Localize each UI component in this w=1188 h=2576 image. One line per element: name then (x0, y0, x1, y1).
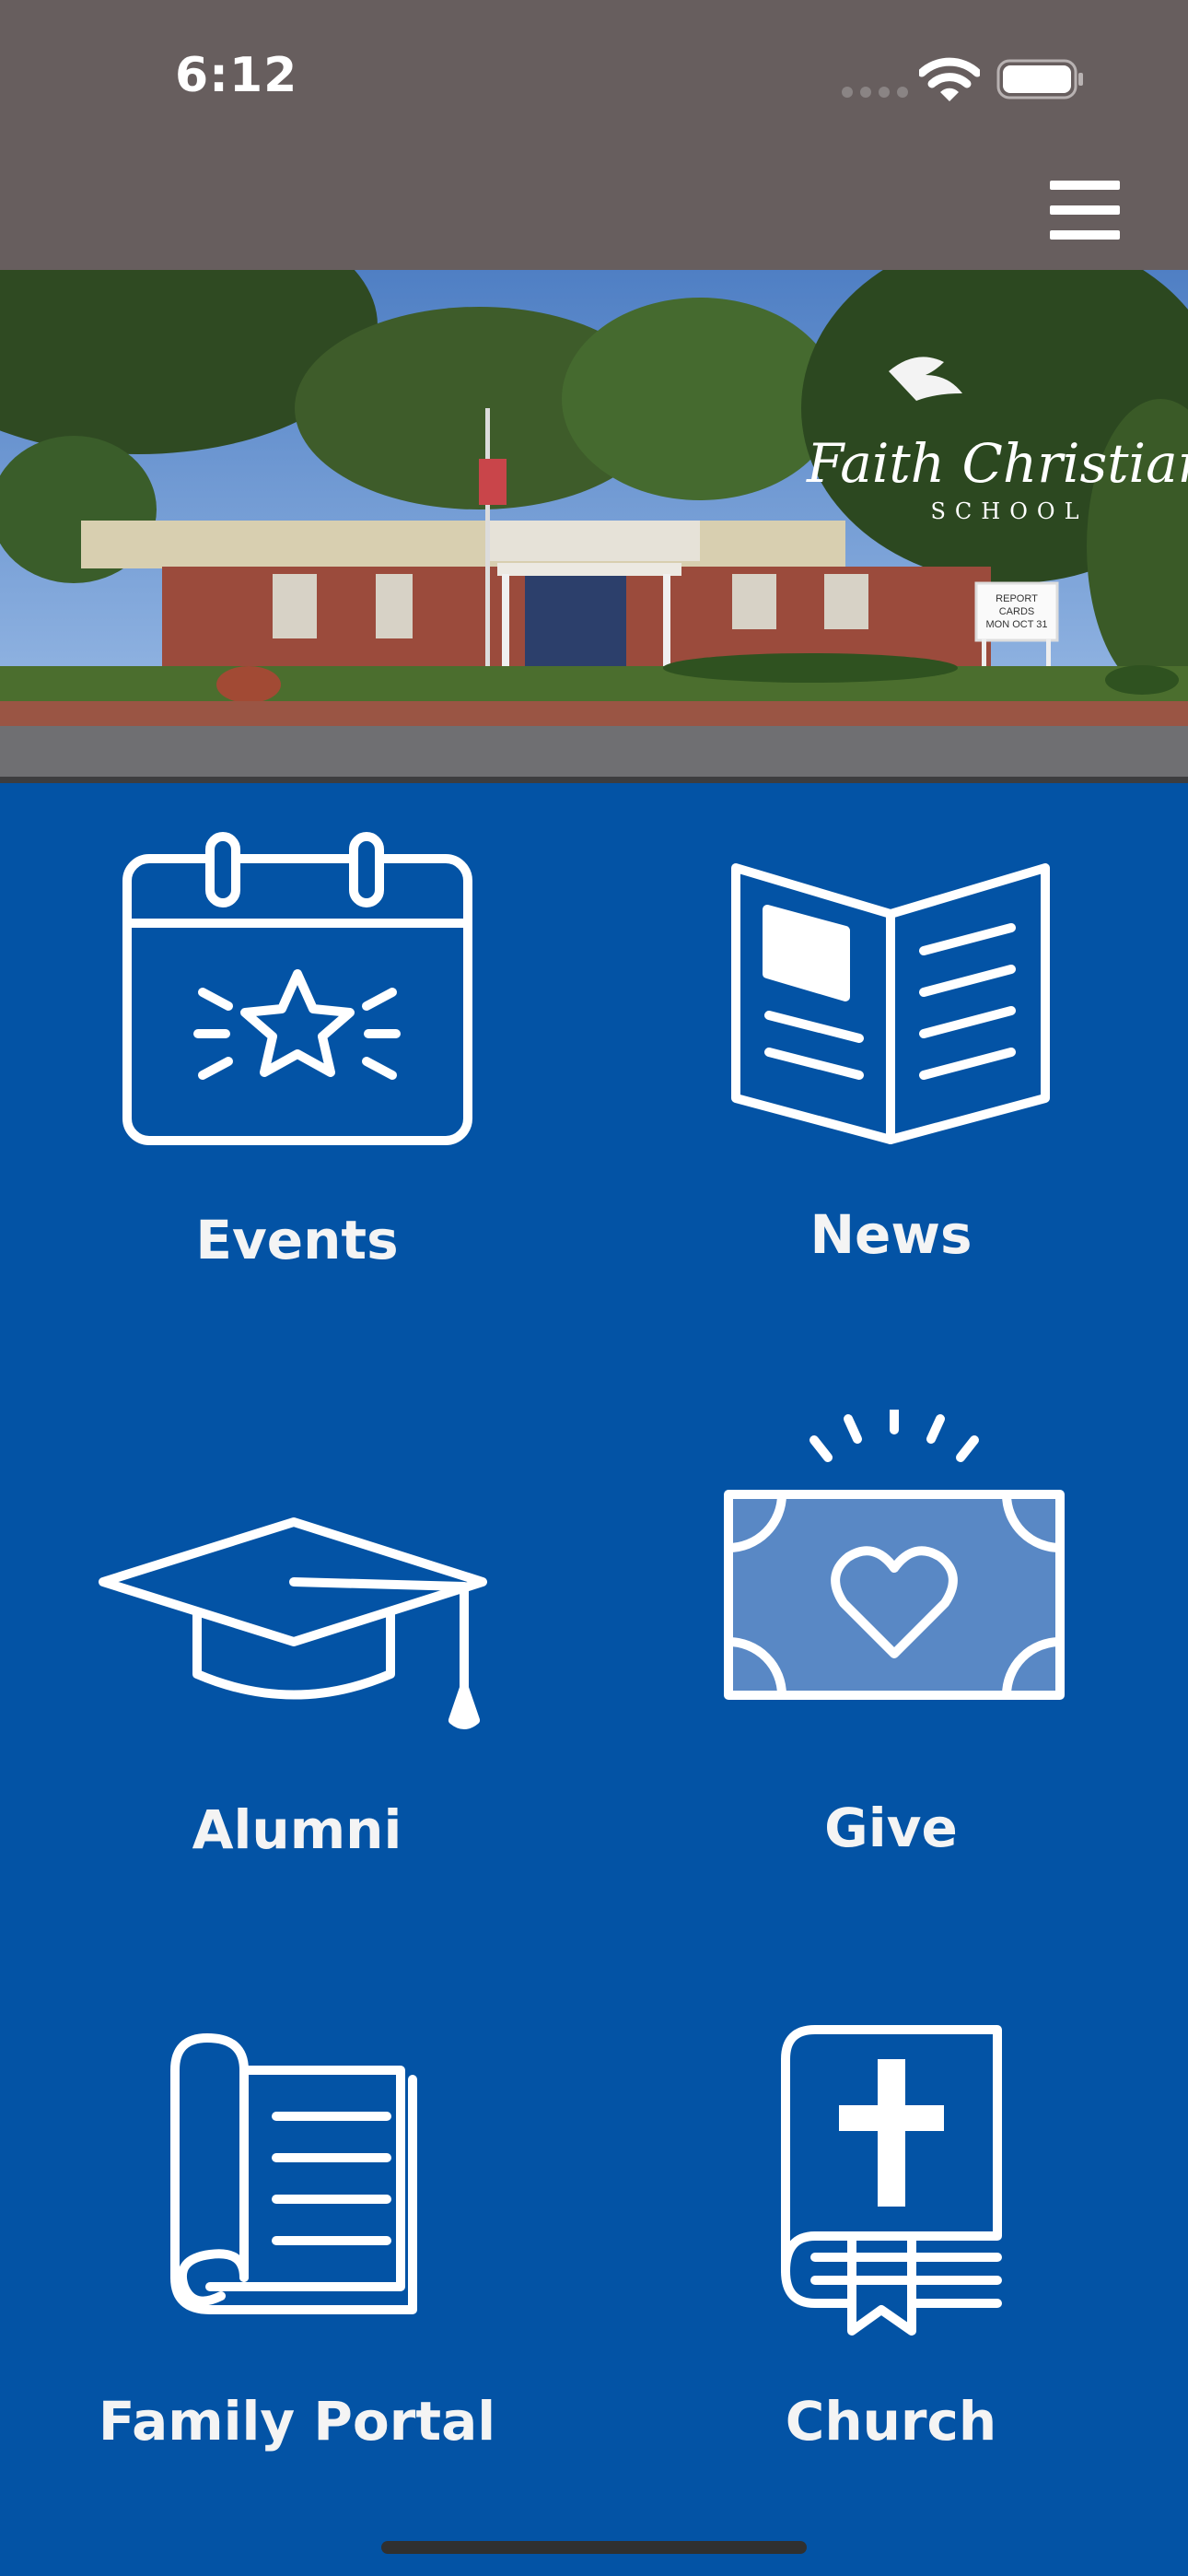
news-label: News (809, 1203, 973, 1266)
give-label: Give (824, 1797, 958, 1859)
school-logo-text: Faith Christian (806, 432, 1188, 495)
bible-cross-icon (781, 2025, 1002, 2336)
church-label: Church (785, 2390, 997, 2453)
church-tile[interactable]: Church (594, 1962, 1188, 2552)
news-tile[interactable]: News (594, 783, 1188, 1373)
status-time: 6:12 (175, 48, 298, 103)
events-tile[interactable]: Events (0, 783, 594, 1373)
alumni-tile[interactable]: Alumni (0, 1373, 594, 1962)
give-tile[interactable]: Give (594, 1373, 1188, 1962)
school-banner-image: Faith Christian SCHOOL REPORT CARDS MON … (0, 270, 1188, 783)
newspaper-icon (731, 863, 1050, 1144)
sign-text-line-2: CARDS (999, 606, 1035, 617)
home-indicator[interactable] (381, 2541, 807, 2554)
alumni-label: Alumni (192, 1798, 402, 1861)
hamburger-menu-icon[interactable] (1050, 181, 1120, 240)
wifi-icon (919, 57, 980, 101)
school-building-photo: Faith Christian SCHOOL REPORT CARDS MON … (0, 270, 1188, 783)
family-portal-label: Family Portal (98, 2390, 496, 2453)
open-book-icon (170, 2033, 417, 2314)
family-portal-tile[interactable]: Family Portal (0, 1962, 594, 2552)
calendar-star-icon (122, 832, 472, 1145)
school-logo-subtext: SCHOOL (930, 498, 1088, 524)
battery-icon (996, 59, 1083, 100)
graduation-cap-icon (99, 1517, 487, 1729)
sign-text-line-1: REPORT (996, 593, 1038, 604)
money-heart-icon (724, 1410, 1065, 1700)
events-label: Events (195, 1209, 399, 1271)
top-bar: 6:12 (0, 0, 1188, 270)
sign-text-line-3: MON OCT 31 (985, 619, 1047, 630)
